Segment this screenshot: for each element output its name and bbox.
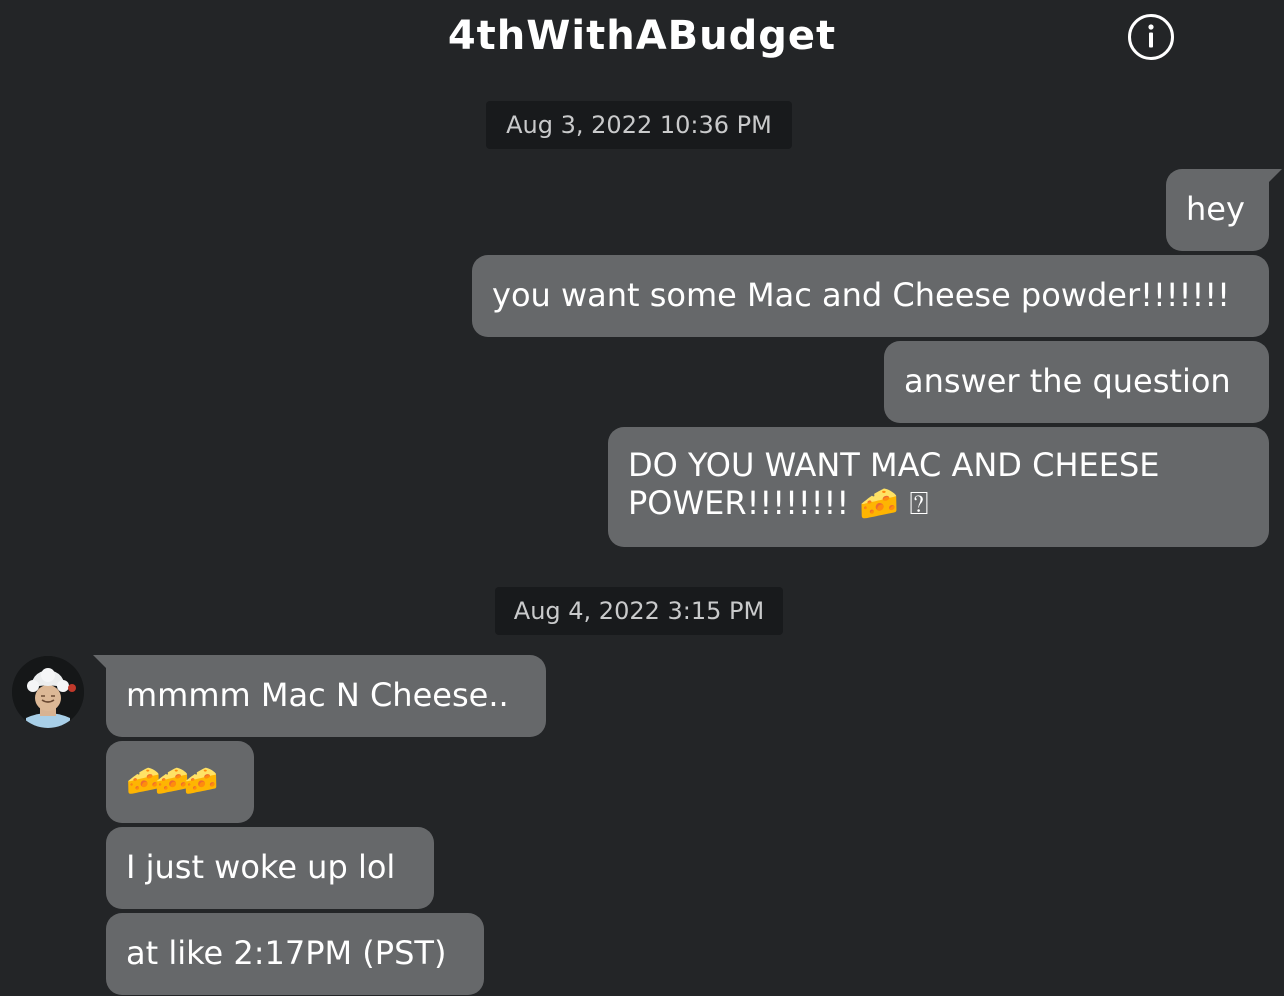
sent-message[interactable]: answer the question — [884, 341, 1269, 423]
received-message[interactable]: 🧀🧀🧀 — [106, 741, 254, 823]
sent-message[interactable]: DO YOU WANT MAC AND CHEESE POWER!!!!!!!!… — [608, 427, 1269, 547]
conversation-title: 4thWithABudget — [447, 13, 837, 59]
info-button[interactable] — [1127, 13, 1175, 61]
received-message[interactable]: I just woke up lol — [106, 827, 434, 909]
timestamp: Aug 3, 2022 10:36 PM — [486, 101, 792, 149]
user-avatar-icon — [12, 656, 84, 728]
info-circle-icon — [1128, 14, 1174, 60]
timestamp: Aug 4, 2022 3:15 PM — [495, 587, 783, 635]
sent-message[interactable]: hey — [1166, 169, 1269, 251]
sent-message[interactable]: you want some Mac and Cheese powder!!!!!… — [472, 255, 1269, 337]
bubble-tail — [1268, 169, 1282, 183]
received-message[interactable]: at like 2:17PM (PST) — [106, 913, 484, 995]
received-message[interactable]: mmmm Mac N Cheese.. — [106, 655, 546, 737]
user-avatar[interactable] — [12, 656, 84, 728]
bubble-tail — [93, 655, 107, 669]
